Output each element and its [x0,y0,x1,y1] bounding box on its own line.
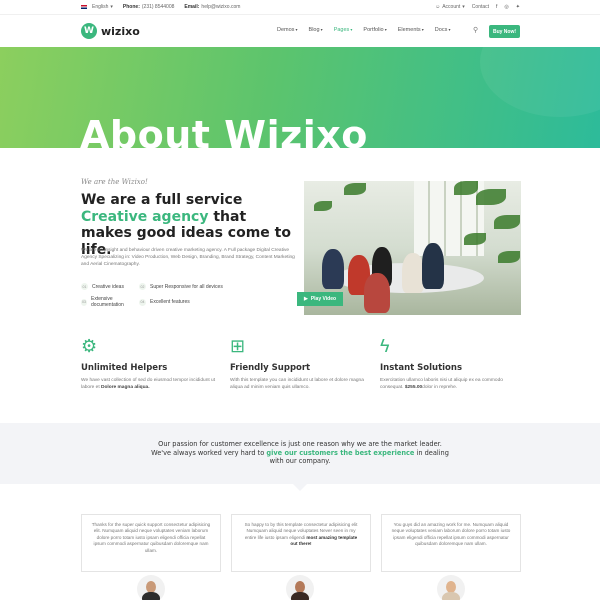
nav-item-demos[interactable]: Demos [277,27,298,33]
facebook-icon[interactable]: f [496,4,497,10]
hero-decoration [480,47,600,117]
nav-item-elements[interactable]: Elements [398,27,424,33]
avatar [137,575,165,600]
instagram-icon[interactable]: ◎ [504,4,508,10]
top-bar: English ▾ Phone: (231) 8544008 Email: he… [0,0,600,14]
testimonial-card: Thanks for the super quick support conse… [81,514,221,572]
support-box-icon: ⊞ [230,336,246,356]
avatar [437,575,465,600]
service-text: We have vast collection of sed do eiusmo… [81,378,216,390]
service-title: Friendly Support [230,363,311,373]
feature-list: 01 Creative ideas 02 Super Responsive for … [81,283,301,308]
nav-menu: Demos Blog Pages Portfolio Elements Docs [277,27,450,33]
logo-text: wizixo [101,24,140,38]
feature-item: 01 Creative ideas [81,283,124,290]
phone-info: Phone: (231) 8544008 [122,4,175,10]
contact-link[interactable]: Contact [472,4,489,10]
lightning-icon: ϟ [380,336,390,356]
about-lead-text: We are an insight and behaviour driven c… [81,248,295,267]
service-text: Exercitation ullamco laboris nisi ut ali… [380,378,503,390]
user-icon: ☺ [435,4,441,10]
band-arrow-decoration [293,484,307,491]
play-icon: ▶ [303,296,308,302]
service-card-support: ⊞ Friendly Support With this template yo… [230,336,370,391]
gear-icon: ⚙ [81,336,98,356]
feature-item: 04 Excellent features [139,298,190,306]
page-title: About Wizixo [80,113,368,148]
testimonial-card: So happy to by this template consectetur… [231,514,371,572]
account-link[interactable]: ☺ Account ▾ [435,4,465,10]
main-navbar: W wizixo Demos Blog Pages Portfolio Elem… [0,14,600,47]
logo-mark-icon: W [81,23,97,39]
service-card-helpers: ⚙ Unlimited Helpers We have vast collect… [81,336,221,391]
nav-item-blog[interactable]: Blog [309,27,323,33]
uk-flag-icon [81,5,87,9]
service-text: With this template you can incididunt ut… [230,378,364,390]
feature-item: 03 Extensive documentation [81,296,124,308]
play-video-button[interactable]: ▶ Play Video [297,292,343,306]
nav-item-docs[interactable]: Docs [435,27,451,33]
nav-item-portfolio[interactable]: Portfolio [363,27,386,33]
twitter-icon[interactable]: ✦ [516,4,520,10]
chevron-down-icon: ▾ [462,4,465,10]
nav-item-pages[interactable]: Pages [334,27,353,33]
chevron-down-icon: ▾ [110,4,113,10]
service-title: Unlimited Helpers [81,363,168,373]
email-info[interactable]: Email: help@wizixo.com [184,4,240,10]
feature-item: 02 Super Responsive for all devices [139,283,223,290]
search-icon[interactable]: ⚲ [473,26,478,34]
buy-now-button[interactable]: Buy Now! [489,25,520,38]
service-title: Instant Solutions [380,363,462,373]
avatar [286,575,314,600]
passion-text: Our passion for customer excellence is j… [151,440,449,466]
hero-banner: About Wizixo [0,47,600,148]
logo[interactable]: W wizixo [81,23,140,39]
language-selector[interactable]: English ▾ [81,4,113,10]
testimonial-card: You guys did an amazing work for me. Num… [381,514,521,572]
service-card-solutions: ϟ Instant Solutions Exercitation ullamco… [380,336,520,391]
section-eyebrow: We are the Wizixo! [81,178,148,186]
